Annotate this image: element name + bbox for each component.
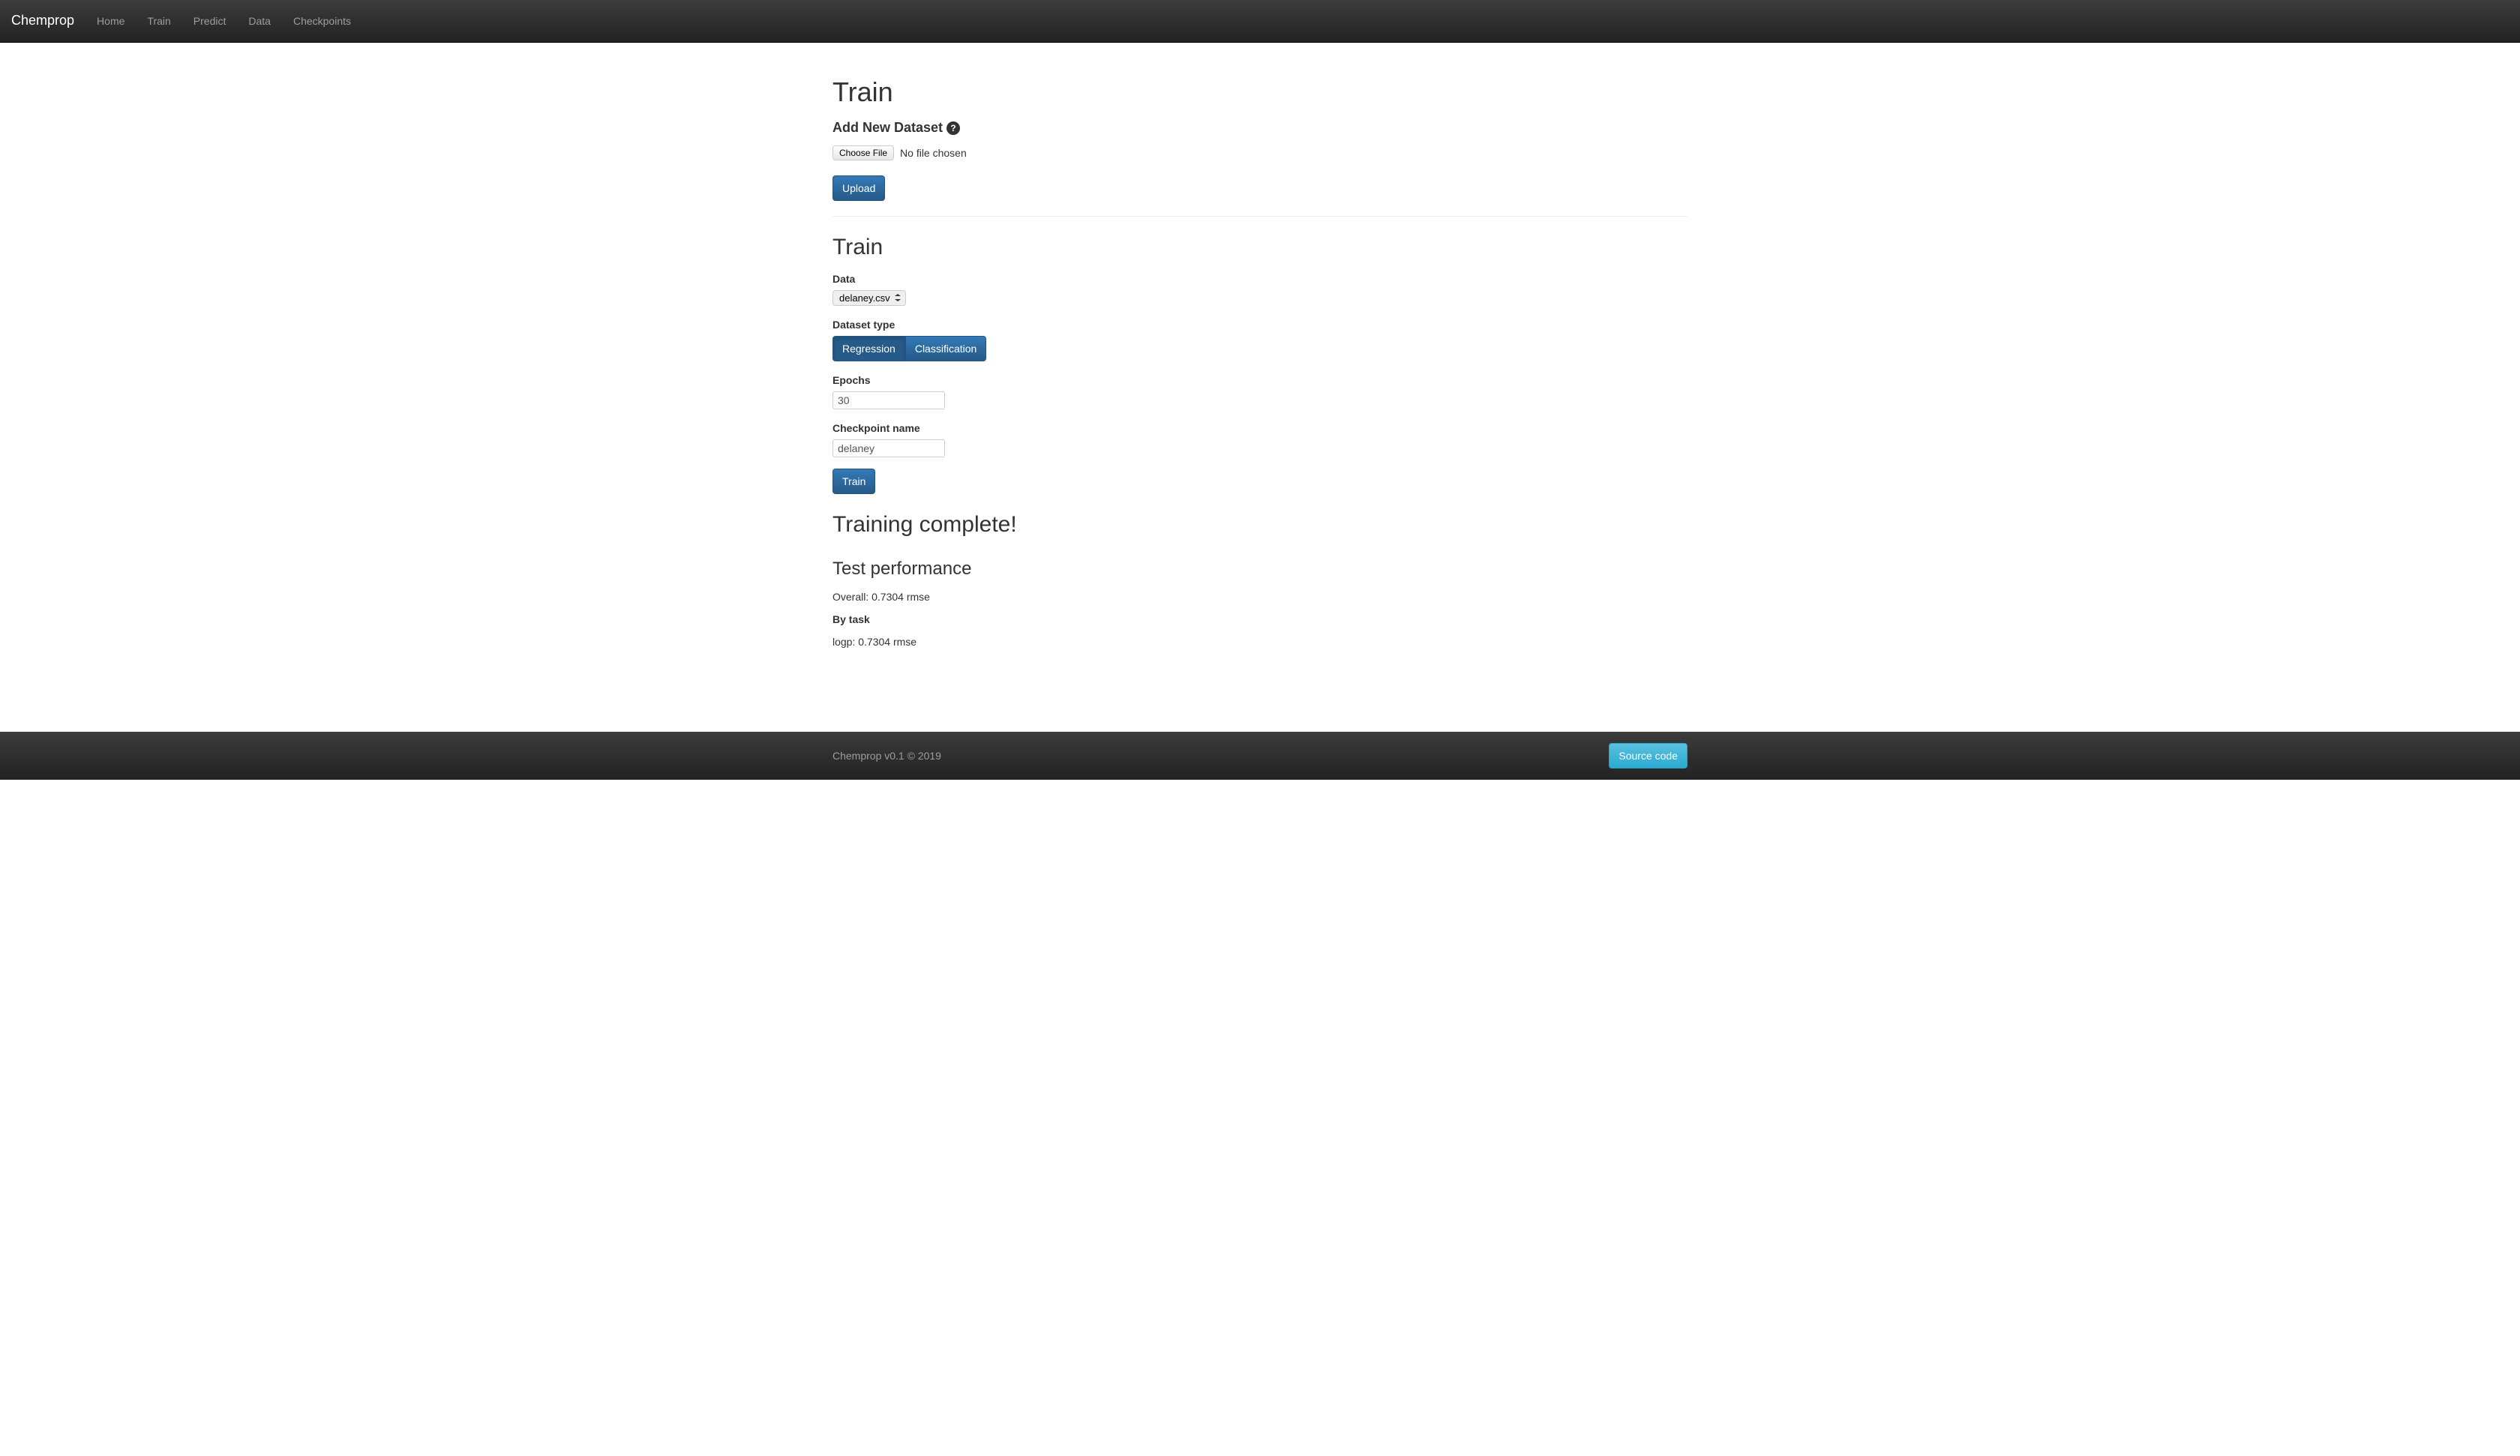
nav-train[interactable]: Train [136,2,182,40]
overall-result: Overall: 0.7304 rmse [832,589,1688,604]
nav-home[interactable]: Home [86,2,136,40]
dataset-type-label: Dataset type [832,317,1688,332]
checkpoint-label: Checkpoint name [832,421,1688,436]
by-task-heading: By task [832,612,1688,627]
divider [832,216,1688,217]
nav-checkpoints[interactable]: Checkpoints [282,2,362,40]
training-complete-heading: Training complete! [832,509,1688,541]
classification-button[interactable]: Classification [905,336,986,361]
epochs-label: Epochs [832,373,1688,388]
navbar-brand[interactable]: Chemprop [11,0,86,42]
data-form-group: Data delaney.csv [832,271,1688,306]
task-result: logp: 0.7304 rmse [832,634,1688,649]
navbar: Chemprop Home Train Predict Data Checkpo… [0,0,2520,43]
nav-predict[interactable]: Predict [182,2,238,40]
checkpoint-input[interactable] [832,439,945,457]
file-status-label: No file chosen [900,145,967,160]
footer-text: Chemprop v0.1 © 2019 [832,748,941,763]
epochs-form-group: Epochs [832,373,1688,409]
regression-button[interactable]: Regression [832,336,905,361]
train-heading: Train [832,232,1688,264]
data-select[interactable]: delaney.csv [832,290,906,306]
test-performance-heading: Test performance [832,556,1688,582]
train-button[interactable]: Train [832,469,875,494]
footer: Chemprop v0.1 © 2019 Source code [0,732,2520,780]
epochs-input[interactable] [832,391,945,409]
checkpoint-form-group: Checkpoint name [832,421,1688,457]
upload-button[interactable]: Upload [832,175,885,201]
add-dataset-heading: Add New Dataset ? [832,118,1688,138]
nav-data[interactable]: Data [237,2,282,40]
choose-file-button[interactable]: Choose File [832,145,894,160]
source-code-button[interactable]: Source code [1609,743,1688,768]
file-input-wrapper: Choose File No file chosen [832,145,1688,160]
data-label: Data [832,271,1688,286]
nav-list: Home Train Predict Data Checkpoints [86,2,362,40]
dataset-type-form-group: Dataset type Regression Classification [832,317,1688,361]
dataset-type-toggle: Regression Classification [832,336,1688,361]
page-title: Train [832,73,1688,111]
help-icon[interactable]: ? [946,121,960,135]
main-container: Train Add New Dataset ? Choose File No f… [821,43,1699,702]
